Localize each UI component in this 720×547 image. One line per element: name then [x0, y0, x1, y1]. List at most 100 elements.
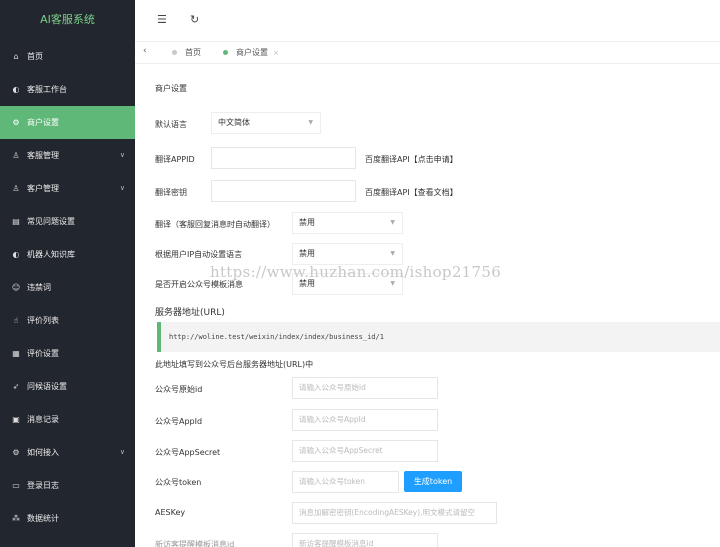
sidebar-item[interactable]: ☝ 评价列表 [0, 304, 135, 337]
sidebar-item-label: 消息记录 [27, 415, 59, 424]
sidebar-item[interactable]: ▭ 登录日志 [0, 469, 135, 502]
template-id-label: 新访客提醒模板消息id [155, 540, 235, 547]
appsecret-label: 公众号AppSecret [155, 448, 221, 457]
home-icon: ⌂ [13, 52, 19, 61]
robot-icon: ◐ [12, 250, 20, 259]
chevron-down-icon: ▼ [390, 219, 395, 226]
top-header: ☰ ↻ [135, 0, 720, 42]
log-icon: ▭ [12, 481, 20, 490]
token-label: 公众号token [155, 478, 202, 487]
appid-input[interactable]: 请输入公众号AppId [292, 409, 438, 431]
server-url-label: 服务器地址(URL) [155, 308, 225, 318]
chevron-down-icon: ∨ [119, 448, 125, 456]
app-logo: AI客服系统 [40, 13, 95, 26]
select-value: 禁用 [299, 218, 315, 227]
users-icon: ♙ [12, 184, 20, 193]
sidebar-item[interactable]: ☺ 违禁词 [0, 271, 135, 304]
tabs-scroll-left-icon[interactable]: ‹ [143, 46, 147, 56]
tab-bar: ‹ 首页 商户设置 × [135, 42, 720, 64]
tab-home[interactable]: 首页 [172, 47, 201, 58]
sidebar-item-label: 评价设置 [27, 349, 59, 358]
ip-language-label: 根据用户IP自动设置语言 [155, 250, 243, 259]
gear-icon: ⚙ [12, 118, 20, 127]
sidebar-item[interactable]: ◐ 客服工作台 [0, 73, 135, 106]
main-content: 商户设置 默认语言 中文简体 ▼ 翻译APPID 百度翻译API【点击申请】 翻译… [135, 65, 720, 547]
sidebar-menu: ⌂ 首页 ◐ 客服工作台 ⚙ 商户设置 ♙ 客服管理 ∨ ♙ 客户管理 ∨ ▤ 常见问题设置 ◐ 机器人知识库… [0, 40, 135, 535]
original-id-label: 公众号原始id [155, 385, 203, 394]
sidebar-item-label: 常见问题设置 [27, 217, 75, 226]
sidebar-item-label: 机器人知识库 [27, 250, 75, 259]
menu-toggle-icon[interactable]: ☰ [157, 13, 167, 26]
sidebar-item[interactable]: ♙ 客户管理 ∨ [0, 172, 135, 205]
template-id-input[interactable]: 新访客提醒模板消息id [292, 533, 438, 547]
appsecret-input[interactable]: 请输入公众号AppSecret [292, 440, 438, 462]
baidu-docs-link[interactable]: 百度翻译API【查看文档】 [365, 187, 458, 198]
sidebar-item-label: 登录日志 [27, 481, 59, 490]
aeskey-input[interactable]: 消息加解密密钥(EncodingAESKey),明文模式请留空 [292, 502, 497, 524]
translate-appid-input[interactable] [211, 147, 356, 169]
watermark-text: https://www.huzhan.com/ishop21756 [210, 263, 502, 281]
chevron-down-icon: ▼ [308, 119, 313, 126]
refresh-icon[interactable]: ↻ [190, 13, 199, 26]
faq-icon: ▤ [12, 217, 20, 226]
message-icon: ▣ [12, 415, 20, 424]
default-language-select[interactable]: 中文简体 ▼ [211, 112, 321, 134]
tab-dot-icon [172, 50, 177, 55]
sidebar: AI客服系统 ⌂ 首页 ◐ 客服工作台 ⚙ 商户设置 ♙ 客服管理 ∨ ♙ 客户管理 ∨ ▤ 常见问题设置… [0, 0, 135, 547]
sidebar-item-label: 客户管理 [27, 184, 59, 193]
sidebar-item[interactable]: ▣ 消息记录 [0, 403, 135, 436]
token-input[interactable]: 请输入公众号token [292, 471, 399, 493]
sidebar-item[interactable]: ⌂ 首页 [0, 40, 135, 73]
tab-dot-icon [223, 50, 228, 55]
banned-words-icon: ☺ [11, 283, 21, 292]
sidebar-item[interactable]: ⚙ 如何接入 ∨ [0, 436, 135, 469]
sidebar-item[interactable]: ⁂ 数据统计 [0, 502, 135, 535]
send-icon: ➶ [12, 382, 20, 391]
sidebar-item[interactable]: ◐ 机器人知识库 [0, 238, 135, 271]
stats-icon: ⁂ [12, 514, 20, 523]
sidebar-item-label: 违禁词 [27, 283, 51, 292]
sidebar-item[interactable]: ➶ 问候语设置 [0, 370, 135, 403]
thumbs-up-icon: ☝ [13, 316, 19, 325]
translate-secret-input[interactable] [211, 180, 356, 202]
chevron-down-icon: ▼ [390, 250, 395, 257]
chevron-down-icon: ∨ [119, 184, 125, 192]
server-url-hint: 此地址填写到公众号后台服务器地址(URL)中 [155, 360, 314, 369]
link-icon: ⚙ [12, 448, 20, 457]
sidebar-item[interactable]: ⚙ 商户设置 [0, 106, 135, 139]
sidebar-item-label: 如何接入 [27, 448, 59, 457]
tab-merchant-settings[interactable]: 商户设置 × [223, 47, 279, 58]
user-icon: ♙ [12, 151, 20, 160]
select-value: 中文简体 [218, 118, 250, 127]
server-url-code: http://woline.test/weixin/index/index/bu… [157, 322, 720, 352]
auto-translate-label: 翻译（客服回复消息时自动翻译） [155, 220, 275, 229]
aeskey-label: AESKey [155, 508, 186, 517]
appid-label: 公众号AppId [155, 417, 203, 426]
ip-language-select[interactable]: 禁用 ▼ [292, 243, 403, 265]
sidebar-item-label: 问候语设置 [27, 382, 67, 391]
sidebar-item[interactable]: ♙ 客服管理 ∨ [0, 139, 135, 172]
default-language-label: 默认语言 [155, 120, 187, 129]
translate-appid-label: 翻译APPID [155, 155, 195, 164]
baidu-apply-link[interactable]: 百度翻译API【点击申请】 [365, 154, 458, 165]
sidebar-item[interactable]: ▦ 评价设置 [0, 337, 135, 370]
sidebar-item-label: 首页 [27, 52, 43, 61]
original-id-input[interactable]: 请输入公众号原始id [292, 377, 438, 399]
sidebar-item-label: 数据统计 [27, 514, 59, 523]
section-title: 商户设置 [155, 84, 187, 93]
sidebar-item-label: 商户设置 [27, 118, 59, 127]
workbench-icon: ◐ [12, 85, 20, 94]
sidebar-item-label: 评价列表 [27, 316, 59, 325]
sidebar-item[interactable]: ▤ 常见问题设置 [0, 205, 135, 238]
chevron-down-icon: ∨ [119, 151, 125, 159]
sidebar-item-label: 客服工作台 [27, 85, 67, 94]
tab-label: 首页 [185, 48, 201, 57]
translate-secret-label: 翻译密钥 [155, 188, 187, 197]
tab-label: 商户设置 [236, 48, 268, 57]
select-value: 禁用 [299, 249, 315, 258]
auto-translate-select[interactable]: 禁用 ▼ [292, 212, 403, 234]
generate-token-button[interactable]: 生成token [404, 471, 462, 492]
sidebar-item-label: 客服管理 [27, 151, 59, 160]
tab-close-icon[interactable]: × [273, 49, 279, 57]
calendar-icon: ▦ [12, 349, 20, 358]
